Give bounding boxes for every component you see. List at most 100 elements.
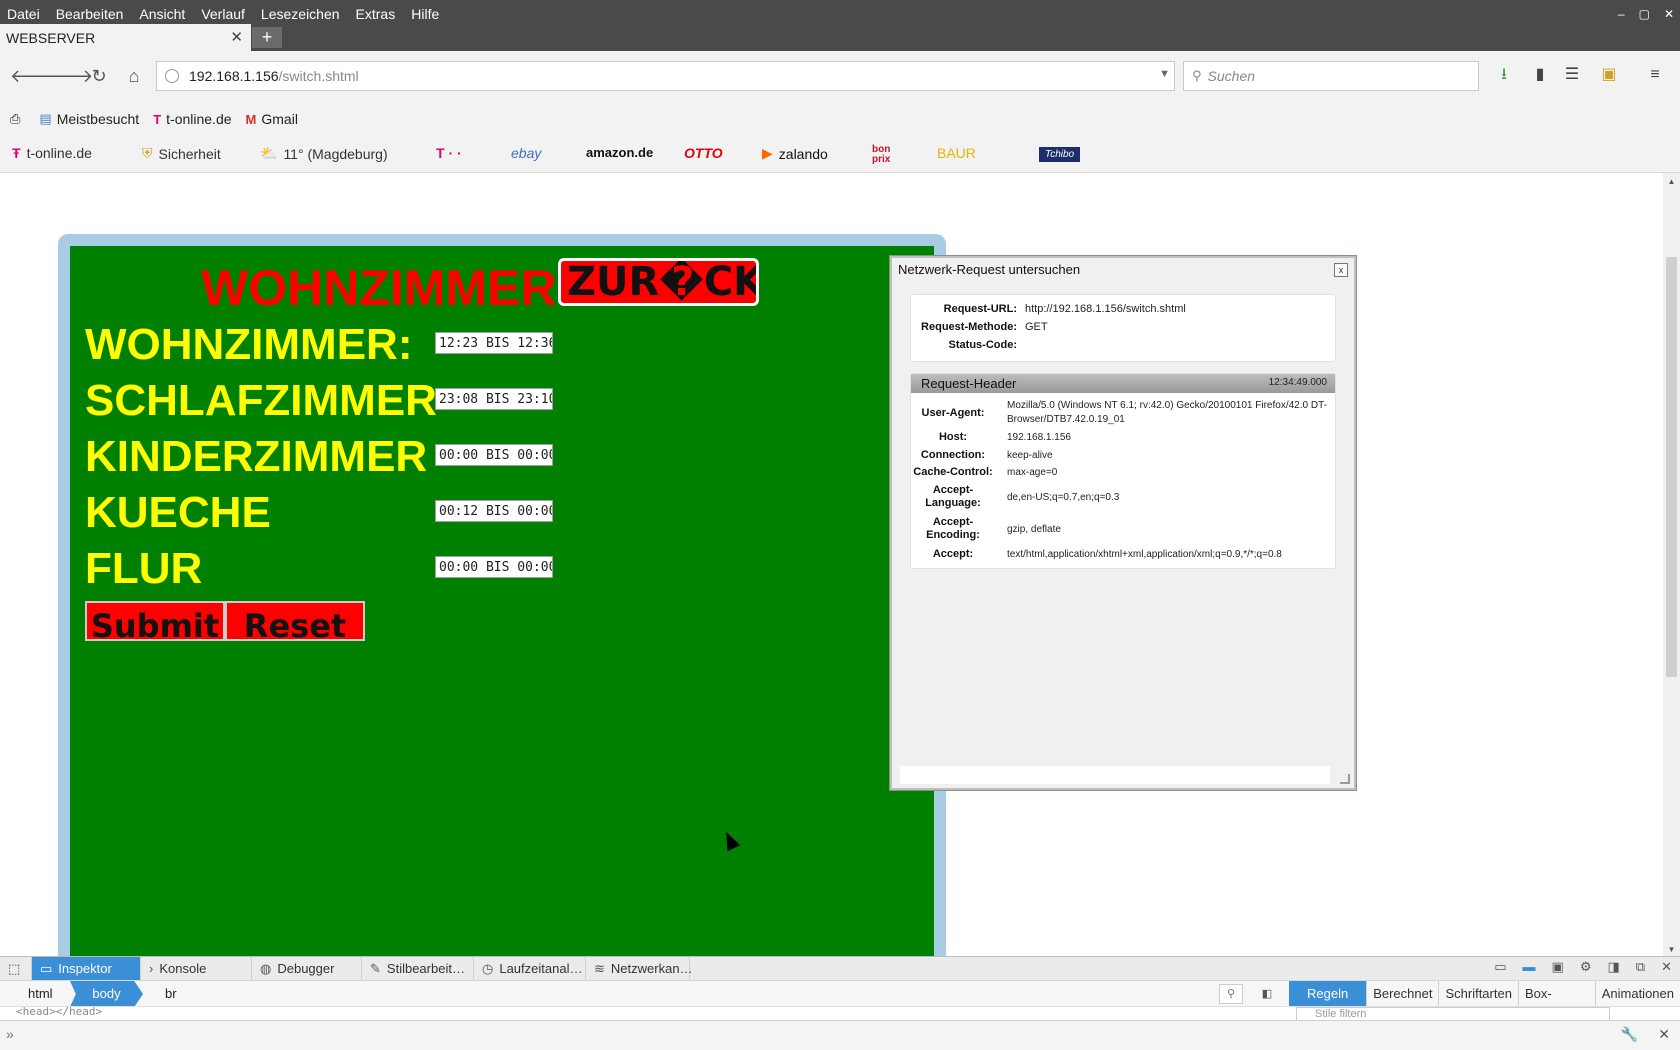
breadcrumb-br[interactable]: br bbox=[165, 981, 177, 1007]
toolbar-otto[interactable]: OTTO bbox=[684, 145, 723, 161]
time-input-kueche[interactable] bbox=[435, 500, 553, 522]
breadcrumb-html[interactable]: html bbox=[28, 981, 53, 1007]
library-icon[interactable]: ☰ bbox=[1560, 63, 1584, 87]
toolbar-tonline[interactable]: Ŧ t-online.de bbox=[12, 145, 92, 161]
field-key: Request-URL: bbox=[943, 303, 1017, 315]
minimize-button[interactable]: – bbox=[1618, 7, 1625, 21]
resize-grip-icon[interactable] bbox=[1340, 774, 1350, 784]
control-panel: WOHNZIMMER ZUR�CK WOHNZIMMER: SCHLAFZIMM… bbox=[70, 246, 934, 956]
breadcrumb-body[interactable]: body bbox=[70, 981, 143, 1007]
scroll-down-icon[interactable]: ▼ bbox=[1663, 945, 1680, 954]
tab-box-modell[interactable]: Box-Modell bbox=[1519, 981, 1596, 1027]
sidebar-icon: ◧ bbox=[1261, 988, 1273, 1000]
request-header-bar[interactable]: Request-Header 12:34:49.000 bbox=[911, 374, 1335, 393]
bookmark-meistbesucht[interactable]: ▤ Meistbesucht bbox=[39, 111, 139, 127]
toolbar-sicherheit-label: Sicherheit bbox=[158, 145, 221, 162]
bookmark-folder-icon: ▤ bbox=[39, 111, 52, 126]
search-input[interactable] bbox=[1207, 68, 1458, 84]
back-button[interactable]: 🡐 bbox=[10, 63, 58, 89]
navigation-toolbar: 🡐 🡒 ↻ ⌂ 192.168.1.156/switch.shtml ▼ ⚲ ⭳… bbox=[0, 51, 1680, 101]
tab-konsole[interactable]: › Konsole bbox=[141, 957, 252, 981]
tab-inspektor[interactable]: ▭ Inspektor bbox=[32, 957, 141, 981]
tab-schriftarten[interactable]: Schriftarten bbox=[1439, 981, 1519, 1007]
tab-stilbearbeitung[interactable]: ✎ Stilbearbeit… bbox=[362, 957, 474, 981]
scrollbar-thumb[interactable] bbox=[1666, 257, 1677, 677]
scroll-up-icon[interactable]: ▲ bbox=[1663, 177, 1680, 186]
submit-button[interactable]: Submit bbox=[85, 601, 225, 645]
time-input-flur[interactable] bbox=[435, 556, 553, 578]
zalando-icon: ▶ bbox=[762, 145, 773, 161]
close-window-button[interactable]: ✕ bbox=[1664, 7, 1674, 21]
url-dropdown-icon[interactable]: ▼ bbox=[1159, 68, 1170, 80]
markup-search-button[interactable]: ⚲ bbox=[1219, 984, 1243, 1004]
performance-icon: ◷ bbox=[482, 961, 494, 976]
reset-button[interactable]: Reset bbox=[225, 601, 365, 645]
pick-element-button[interactable]: ⬚ bbox=[0, 957, 32, 981]
download-icon[interactable]: ⭳ bbox=[1492, 63, 1516, 87]
wrench-icon[interactable]: 🔧 bbox=[1621, 1026, 1638, 1043]
tab-label: Stilbearbeit… bbox=[386, 961, 465, 976]
toolbar-telekom[interactable]: T · · bbox=[436, 145, 462, 161]
hamburger-menu-icon[interactable]: ≡ bbox=[1643, 63, 1667, 87]
time-input-wohnzimmer[interactable] bbox=[435, 332, 553, 354]
home-button[interactable]: ⌂ bbox=[121, 63, 147, 89]
page-frame: WOHNZIMMER ZUR�CK WOHNZIMMER: SCHLAFZIMM… bbox=[58, 234, 946, 956]
toolbar-sicherheit[interactable]: ⛨ Sicherheit bbox=[142, 145, 221, 162]
dialog-hscroll[interactable] bbox=[900, 766, 1330, 784]
dialog-close-button[interactable]: x bbox=[1334, 263, 1348, 277]
responsive-icon[interactable]: ▬ bbox=[1523, 959, 1536, 975]
tab-laufzeitanalyse[interactable]: ◷ Laufzeitanal… bbox=[474, 957, 586, 981]
toolbar-tonline-label: t-online.de bbox=[26, 145, 92, 161]
split-console-icon[interactable]: ▭ bbox=[1494, 959, 1506, 975]
search-box[interactable]: ⚲ bbox=[1183, 61, 1479, 91]
close-devtools-icon[interactable]: ✕ bbox=[1661, 959, 1672, 975]
printer-icon: ⎙ bbox=[10, 111, 21, 126]
new-tab-button[interactable]: + bbox=[252, 27, 282, 48]
toolbar-weather-label: 11° (Magdeburg) bbox=[283, 145, 388, 162]
markup-node[interactable]: <head></head> bbox=[16, 1005, 102, 1018]
addon-icon[interactable]: ▣ bbox=[1597, 63, 1621, 87]
toggle-sidebar-button[interactable]: ◧ bbox=[1255, 984, 1279, 1004]
style-filter-input[interactable]: Stile filtern bbox=[1296, 1007, 1610, 1021]
site-info-icon[interactable] bbox=[165, 69, 179, 83]
toolbar-tchibo[interactable]: Tchibo bbox=[1039, 147, 1081, 162]
status-code-row: Status-Code: bbox=[919, 339, 1025, 351]
toolbar-baur[interactable]: BAUR bbox=[937, 145, 976, 161]
url-bar[interactable]: 192.168.1.156/switch.shtml ▼ bbox=[156, 61, 1175, 91]
toolbar-amazon[interactable]: amazon.de bbox=[586, 145, 653, 160]
undock-icon[interactable]: ⧉ bbox=[1636, 959, 1645, 975]
reload-button[interactable]: ↻ bbox=[86, 63, 112, 89]
tab-webserver[interactable]: WEBSERVER ✕ bbox=[0, 24, 251, 51]
toolbar-weather[interactable]: ⛅ 11° (Magdeburg) bbox=[260, 145, 388, 162]
print-button[interactable]: ⎙ bbox=[10, 111, 25, 127]
time-input-kinderzimmer[interactable] bbox=[435, 444, 553, 466]
console-input-bar[interactable]: » 🔧 ✕ bbox=[0, 1020, 1680, 1050]
toolbar-bonprix[interactable]: bon prix bbox=[872, 145, 896, 165]
bookmark-gmail[interactable]: M Gmail bbox=[246, 111, 298, 127]
tab-label: Konsole bbox=[159, 961, 207, 976]
page-scrollbar[interactable]: ▲ ▼ bbox=[1663, 173, 1680, 956]
back-link-button[interactable]: ZUR�CK bbox=[558, 258, 759, 306]
tab-debugger[interactable]: ◍ Debugger bbox=[252, 957, 362, 981]
toolbar-zalando[interactable]: ▶ zalando bbox=[762, 145, 828, 162]
bookmark-tonline[interactable]: T t-online.de bbox=[153, 111, 231, 127]
gmail-icon: M bbox=[245, 111, 257, 127]
tab-regeln[interactable]: Regeln bbox=[1289, 981, 1368, 1007]
header-value: 192.168.1.156 bbox=[1007, 432, 1071, 443]
maximize-button[interactable]: ▢ bbox=[1639, 7, 1650, 21]
settings-gear-icon[interactable]: ⚙ bbox=[1580, 959, 1592, 975]
home-icon: ⌂ bbox=[128, 66, 140, 86]
time-input-schlafzimmer[interactable] bbox=[435, 388, 553, 410]
forward-button[interactable]: 🡒 bbox=[45, 63, 93, 89]
close-console-icon[interactable]: ✕ bbox=[1658, 1026, 1670, 1043]
devtools-breadcrumbs: html body br ⚲ ◧ Regeln Berechnet Schrif… bbox=[0, 980, 1680, 1027]
tab-netzwerkanalyse[interactable]: ≋ Netzwerkan… bbox=[586, 957, 693, 981]
field-value: GET bbox=[1025, 321, 1048, 333]
tab-close-icon[interactable]: ✕ bbox=[230, 28, 243, 46]
tab-berechnet[interactable]: Berechnet bbox=[1367, 981, 1440, 1007]
screenshot-icon[interactable]: ▣ bbox=[1552, 959, 1564, 975]
dock-side-icon[interactable]: ◨ bbox=[1608, 959, 1620, 975]
bookmark-star-icon[interactable]: ▮ bbox=[1528, 63, 1552, 87]
toolbar-ebay[interactable]: ebay bbox=[511, 145, 541, 161]
tab-animationen[interactable]: Animationen bbox=[1596, 981, 1680, 1007]
